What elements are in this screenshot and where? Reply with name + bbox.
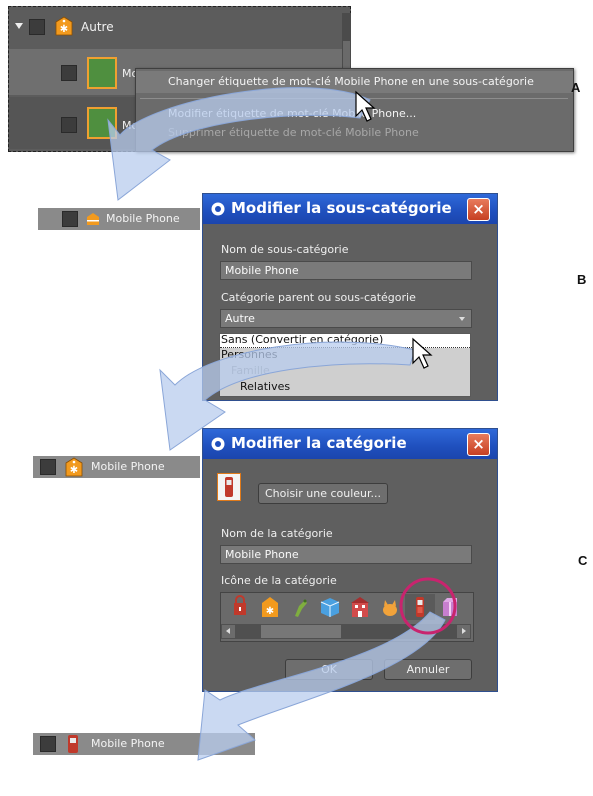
category-icon-label: Icône de la catégorie (221, 574, 337, 587)
tag-checkbox[interactable] (40, 736, 56, 752)
tag-label: Mobile Phone (91, 460, 165, 473)
star-tag-icon[interactable]: ✱ (255, 594, 285, 620)
camera-app-icon (211, 437, 225, 451)
menu-item-label: Supprimer étiquette de mot-clé Mobile Ph… (168, 126, 419, 139)
dropdown-option[interactable]: Sans (Convertir en catégorie) (220, 333, 470, 348)
ok-button[interactable]: OK (285, 659, 373, 680)
mobile-phone-icon (67, 734, 79, 754)
close-icon[interactable]: × (467, 433, 490, 456)
svg-text:✱: ✱ (70, 465, 78, 476)
option-label: Sans (Convertir en catégorie) (221, 333, 384, 346)
svg-text:✱: ✱ (266, 606, 274, 617)
lock-icon[interactable] (225, 594, 255, 620)
tag-label: Mobile Phone (122, 67, 136, 80)
tag-label: Mobile Phone (122, 119, 136, 132)
menu-item-delete-tag[interactable]: Supprimer étiquette de mot-clé Mobile Ph… (136, 124, 573, 142)
category-star-icon: ✱ (55, 16, 73, 36)
category-star-icon: ✱ (65, 457, 83, 477)
final-tag-bar: Mobile Phone (33, 733, 255, 755)
tag-thumbnail-icon (87, 57, 117, 89)
tag-label: Mobile Phone (91, 737, 165, 750)
chevron-down-icon (459, 317, 465, 321)
close-icon[interactable]: × (467, 198, 490, 221)
selected-value: Autre (225, 312, 255, 325)
category-color-preview-icon (217, 473, 241, 501)
step-label-c: C (578, 553, 588, 568)
camera-app-icon (211, 202, 225, 216)
cube-icon[interactable] (315, 594, 345, 620)
dropdown-option[interactable]: Personnes (221, 348, 277, 361)
tag-checkbox[interactable] (62, 211, 78, 227)
gift-icon[interactable] (435, 594, 465, 620)
category-name-label: Nom de la catégorie (221, 527, 333, 540)
choose-color-button[interactable]: Choisir une couleur... (258, 483, 388, 504)
menu-item-label: Changer étiquette de mot-clé Mobile Phon… (168, 75, 534, 88)
dialog-title: Modifier la sous-catégorie (231, 199, 452, 217)
dialog-titlebar[interactable]: Modifier la catégorie × (203, 429, 497, 459)
edit-category-dialog: Modifier la catégorie × Choisir une coul… (202, 428, 498, 692)
category-label: Autre (81, 20, 114, 34)
menu-item-edit-tag[interactable]: Modifier étiquette de mot-clé Mobile Pho… (136, 105, 573, 123)
tag-checkbox[interactable] (61, 65, 77, 81)
icon-picker-scrollbar[interactable] (221, 624, 471, 639)
category-tag-bar: ✱ Mobile Phone (33, 456, 200, 478)
menu-item-label: Modifier étiquette de mot-clé Mobile Pho… (168, 107, 417, 120)
menu-separator (140, 98, 568, 99)
subcategory-tag-bar: Mobile Phone (38, 208, 200, 230)
dropdown-option[interactable]: Relatives (240, 380, 290, 393)
parent-category-label: Catégorie parent ou sous-catégorie (221, 291, 416, 304)
svg-text:✱: ✱ (60, 24, 68, 35)
parent-category-dropdown-list: Sans (Convertir en catégorie) Personnes … (219, 333, 471, 397)
tag-label: Mobile Phone (106, 212, 180, 225)
cat-icon[interactable] (375, 594, 405, 620)
step-label-b: B (577, 272, 587, 287)
collapse-triangle-icon[interactable] (15, 23, 23, 29)
category-checkbox[interactable] (29, 19, 45, 35)
dialog-title: Modifier la catégorie (231, 434, 407, 452)
category-row[interactable]: ✱ Autre (9, 7, 342, 47)
category-icon-picker: ✱ (220, 592, 474, 642)
subcategory-icon (86, 212, 100, 226)
tag-checkbox[interactable] (61, 117, 77, 133)
context-menu: Changer étiquette de mot-clé Mobile Phon… (135, 68, 574, 152)
scroll-thumb[interactable] (261, 625, 341, 638)
parrot-icon[interactable] (285, 594, 315, 620)
cancel-button[interactable]: Annuler (384, 659, 472, 680)
tag-checkbox[interactable] (40, 459, 56, 475)
building-icon[interactable] (345, 594, 375, 620)
step-label-a: A (571, 80, 581, 95)
dialog-titlebar[interactable]: Modifier la sous-catégorie × (203, 194, 497, 224)
category-name-field[interactable]: Mobile Phone (220, 545, 472, 564)
scroll-left-icon[interactable] (222, 625, 235, 638)
dropdown-option[interactable]: Famille (231, 364, 270, 377)
menu-item-change-to-subcategory[interactable]: Changer étiquette de mot-clé Mobile Phon… (136, 71, 573, 93)
parent-category-select[interactable]: Autre (220, 309, 472, 328)
subcategory-name-label: Nom de sous-catégorie (221, 243, 349, 256)
subcategory-name-field[interactable]: Mobile Phone (220, 261, 472, 280)
scroll-right-icon[interactable] (457, 625, 470, 638)
mobile-phone-icon[interactable] (405, 594, 435, 620)
tag-thumbnail-icon (87, 107, 117, 139)
